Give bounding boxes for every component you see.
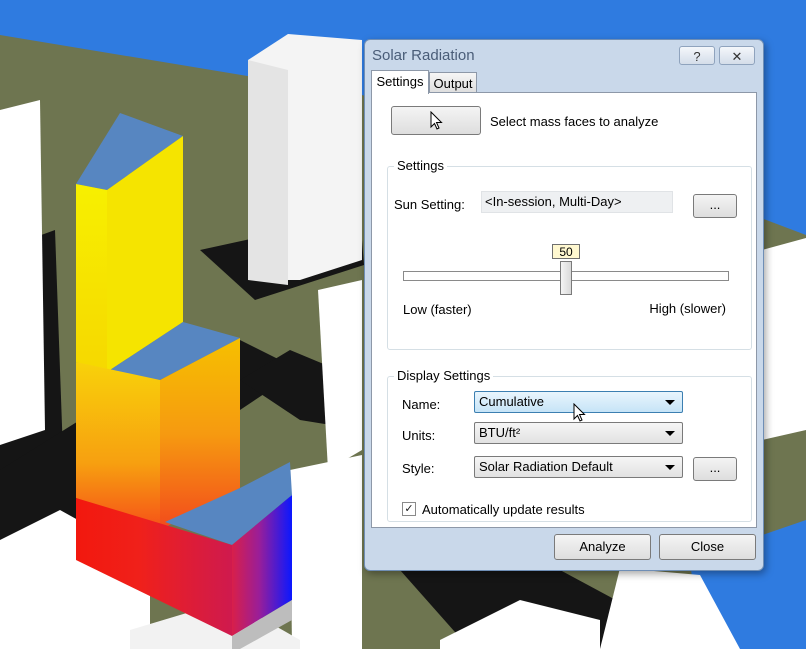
chevron-down-icon: [665, 465, 675, 470]
style-label: Style:: [402, 461, 435, 476]
building: [762, 238, 806, 440]
tab-output-label: Output: [433, 76, 473, 91]
help-button[interactable]: ?: [679, 46, 715, 65]
display-settings-title: Display Settings: [394, 368, 494, 383]
tab-settings[interactable]: Settings: [371, 70, 429, 94]
help-icon: ?: [693, 49, 701, 64]
style-value: Solar Radiation Default: [479, 459, 613, 474]
units-label: Units:: [402, 428, 436, 443]
units-value: BTU/ft²: [479, 425, 521, 440]
slider-value-badge: 50: [552, 244, 580, 259]
analyze-button[interactable]: Analyze: [554, 534, 651, 560]
close-window-button[interactable]: ✕: [719, 46, 755, 65]
close-icon: ✕: [731, 49, 743, 64]
chevron-down-icon: [665, 400, 675, 405]
check-icon: ✓: [404, 503, 414, 515]
sun-setting-field: <In-session, Multi-Day>: [481, 191, 673, 213]
building: [248, 60, 288, 285]
sun-setting-label: Sun Setting:: [394, 197, 465, 212]
name-label: Name:: [402, 397, 441, 412]
settings-group: Settings Sun Setting: <In-session, Multi…: [387, 158, 752, 350]
tab-output[interactable]: Output: [429, 72, 477, 94]
style-browse-button[interactable]: ...: [693, 457, 737, 481]
high-label: High (slower): [649, 301, 726, 316]
auto-update-label: Automatically update results: [422, 502, 585, 517]
low-label: Low (faster): [403, 302, 472, 317]
cursor-icon: [430, 111, 443, 130]
style-browse-label: ...: [709, 460, 721, 475]
dialog-title: Solar Radiation: [372, 47, 475, 64]
tower-face: [76, 184, 107, 372]
select-mass-faces-button[interactable]: [391, 106, 481, 135]
select-mass-faces-label: Select mass faces to analyze: [490, 114, 659, 129]
name-value: Cumulative: [479, 394, 545, 409]
display-settings-group: Display Settings Name: Cumulative Units:…: [387, 368, 752, 522]
close-button[interactable]: Close: [659, 534, 756, 560]
building: [0, 100, 45, 445]
settings-panel: Select mass faces to analyze Settings Su…: [371, 92, 757, 528]
sun-setting-browse-button[interactable]: ...: [693, 194, 737, 218]
analyze-label: Analyze: [579, 539, 626, 554]
solar-radiation-dialog: Solar Radiation ? ✕ Settings Output Sele…: [364, 39, 764, 571]
building: [290, 455, 362, 649]
chevron-down-icon: [665, 431, 675, 436]
tab-settings-label: Settings: [376, 74, 424, 89]
units-dropdown[interactable]: BTU/ft²: [474, 422, 683, 444]
mouse-pointer-icon: [573, 403, 586, 422]
style-dropdown[interactable]: Solar Radiation Default: [474, 456, 683, 478]
browse-label: ...: [709, 197, 721, 212]
resolution-slider-thumb[interactable]: [560, 261, 572, 295]
close-label: Close: [690, 539, 725, 554]
auto-update-checkbox[interactable]: ✓: [402, 502, 416, 516]
settings-group-title: Settings: [394, 158, 447, 173]
